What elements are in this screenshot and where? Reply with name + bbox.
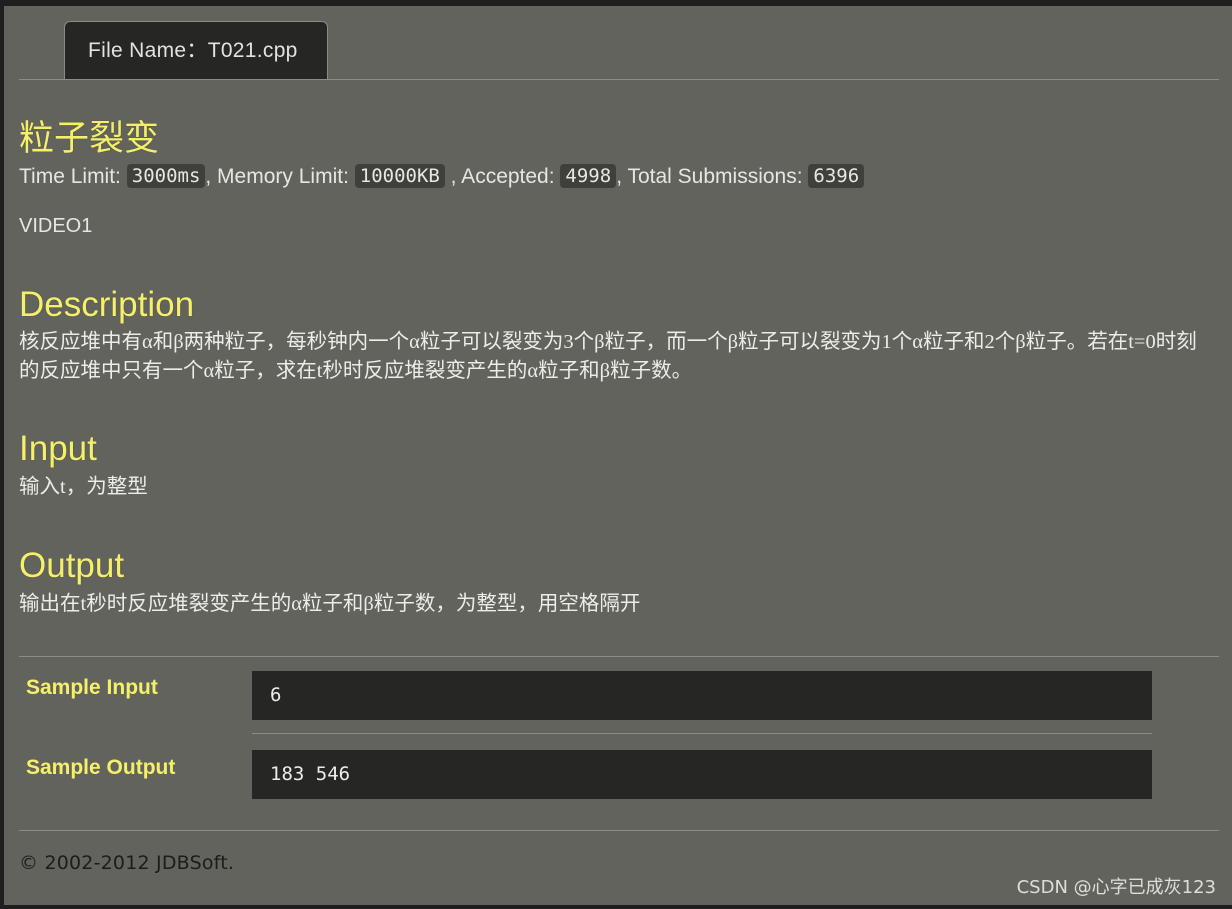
sample-input-box: 6 [252, 671, 1152, 720]
time-limit-value: 3000ms [126, 164, 206, 188]
total-submissions-label: , Total Submissions: [616, 165, 803, 188]
sample-input-label: Sample Input [26, 676, 158, 699]
sample-output-label: Sample Output [26, 756, 176, 779]
memory-limit-label: , Memory Limit: [205, 165, 349, 188]
footer-copyright: © 2002-2012 JDBSoft. [19, 852, 235, 874]
time-limit-label: Time Limit: [19, 165, 121, 188]
tab-file-name[interactable]: File Name：T021.cpp [64, 21, 328, 79]
memory-limit-value: 10000KB [354, 164, 445, 188]
output-text: 输出在t秒时反应堆裂变产生的α粒子和β粒子数，为整型，用空格隔开 [19, 593, 641, 615]
accepted-value: 4998 [560, 164, 617, 188]
sample-divider [19, 656, 1219, 657]
tab-file-name-label: File Name：T021.cpp [88, 39, 298, 62]
total-submissions-value: 6396 [808, 164, 865, 188]
problem-title: 粒子裂变 [19, 119, 160, 158]
problem-page: File Name：T021.cpp 粒子裂变 Time Limit: 3000… [4, 6, 1232, 905]
input-text: 输入t，为整型 [19, 476, 148, 498]
csdn-watermark: CSDN @心字已成灰123 [1016, 877, 1216, 898]
footer-divider [19, 830, 1219, 831]
input-heading: Input [19, 429, 97, 468]
tab-divider [19, 79, 1219, 80]
accepted-label: , Accepted: [450, 165, 555, 188]
video-link[interactable]: VIDEO1 [19, 213, 92, 239]
problem-stats: Time Limit: 3000ms, Memory Limit: 10000K… [19, 162, 865, 192]
description-heading: Description [19, 285, 195, 324]
sample-separator [252, 733, 1152, 734]
sample-output-box: 183 546 [252, 750, 1152, 799]
output-heading: Output [19, 546, 125, 585]
description-text: 核反应堆中有α和β两种粒子，每秒钟内一个α粒子可以裂变为3个β粒子，而一个β粒子… [19, 331, 1197, 382]
